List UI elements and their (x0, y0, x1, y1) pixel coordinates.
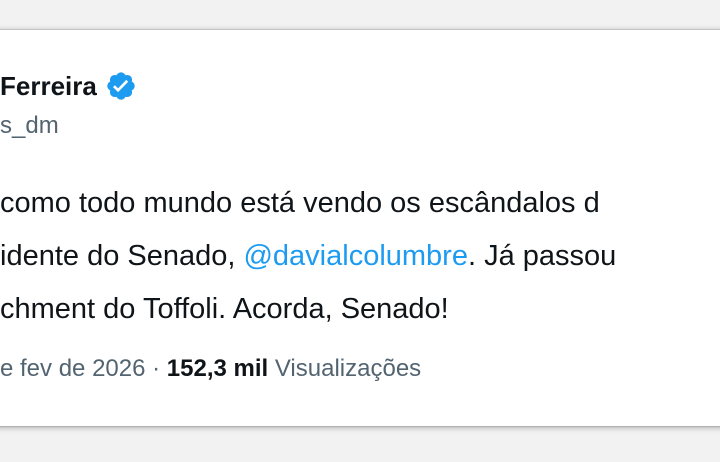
mention-link[interactable]: @davialcolumbre (243, 240, 467, 272)
tweet-meta: e fev de 2026 · 152,3 mil Visualizações (0, 355, 421, 383)
verified-badge-icon[interactable] (105, 70, 137, 102)
tweet-date[interactable]: e fev de 2026 (0, 355, 145, 382)
meta-separator: · (145, 355, 167, 382)
tweet-line-2-prefix: idente do Senado, (0, 240, 244, 272)
author-handle[interactable]: s_dm (0, 112, 59, 140)
views-count[interactable]: 152,3 mil (167, 355, 268, 382)
tweet-text: como todo mundo está vendo os escândalos… (0, 177, 616, 336)
author-display-name[interactable]: Ferreira (0, 71, 97, 102)
tweet-line-2: idente do Senado, @davialcolumbre. Já pa… (0, 230, 616, 283)
views-label: Visualizações (268, 355, 422, 382)
tweet-card: Ferreira s_dm como todo mundo está vendo… (0, 30, 720, 426)
tweet-line-2-suffix: . Já passou (467, 240, 617, 272)
author-row: Ferreira (0, 70, 137, 102)
tweet-line-1: como todo mundo está vendo os escândalos… (0, 187, 600, 219)
tweet-line-3: chment do Toffoli. Acorda, Senado! (0, 293, 449, 325)
